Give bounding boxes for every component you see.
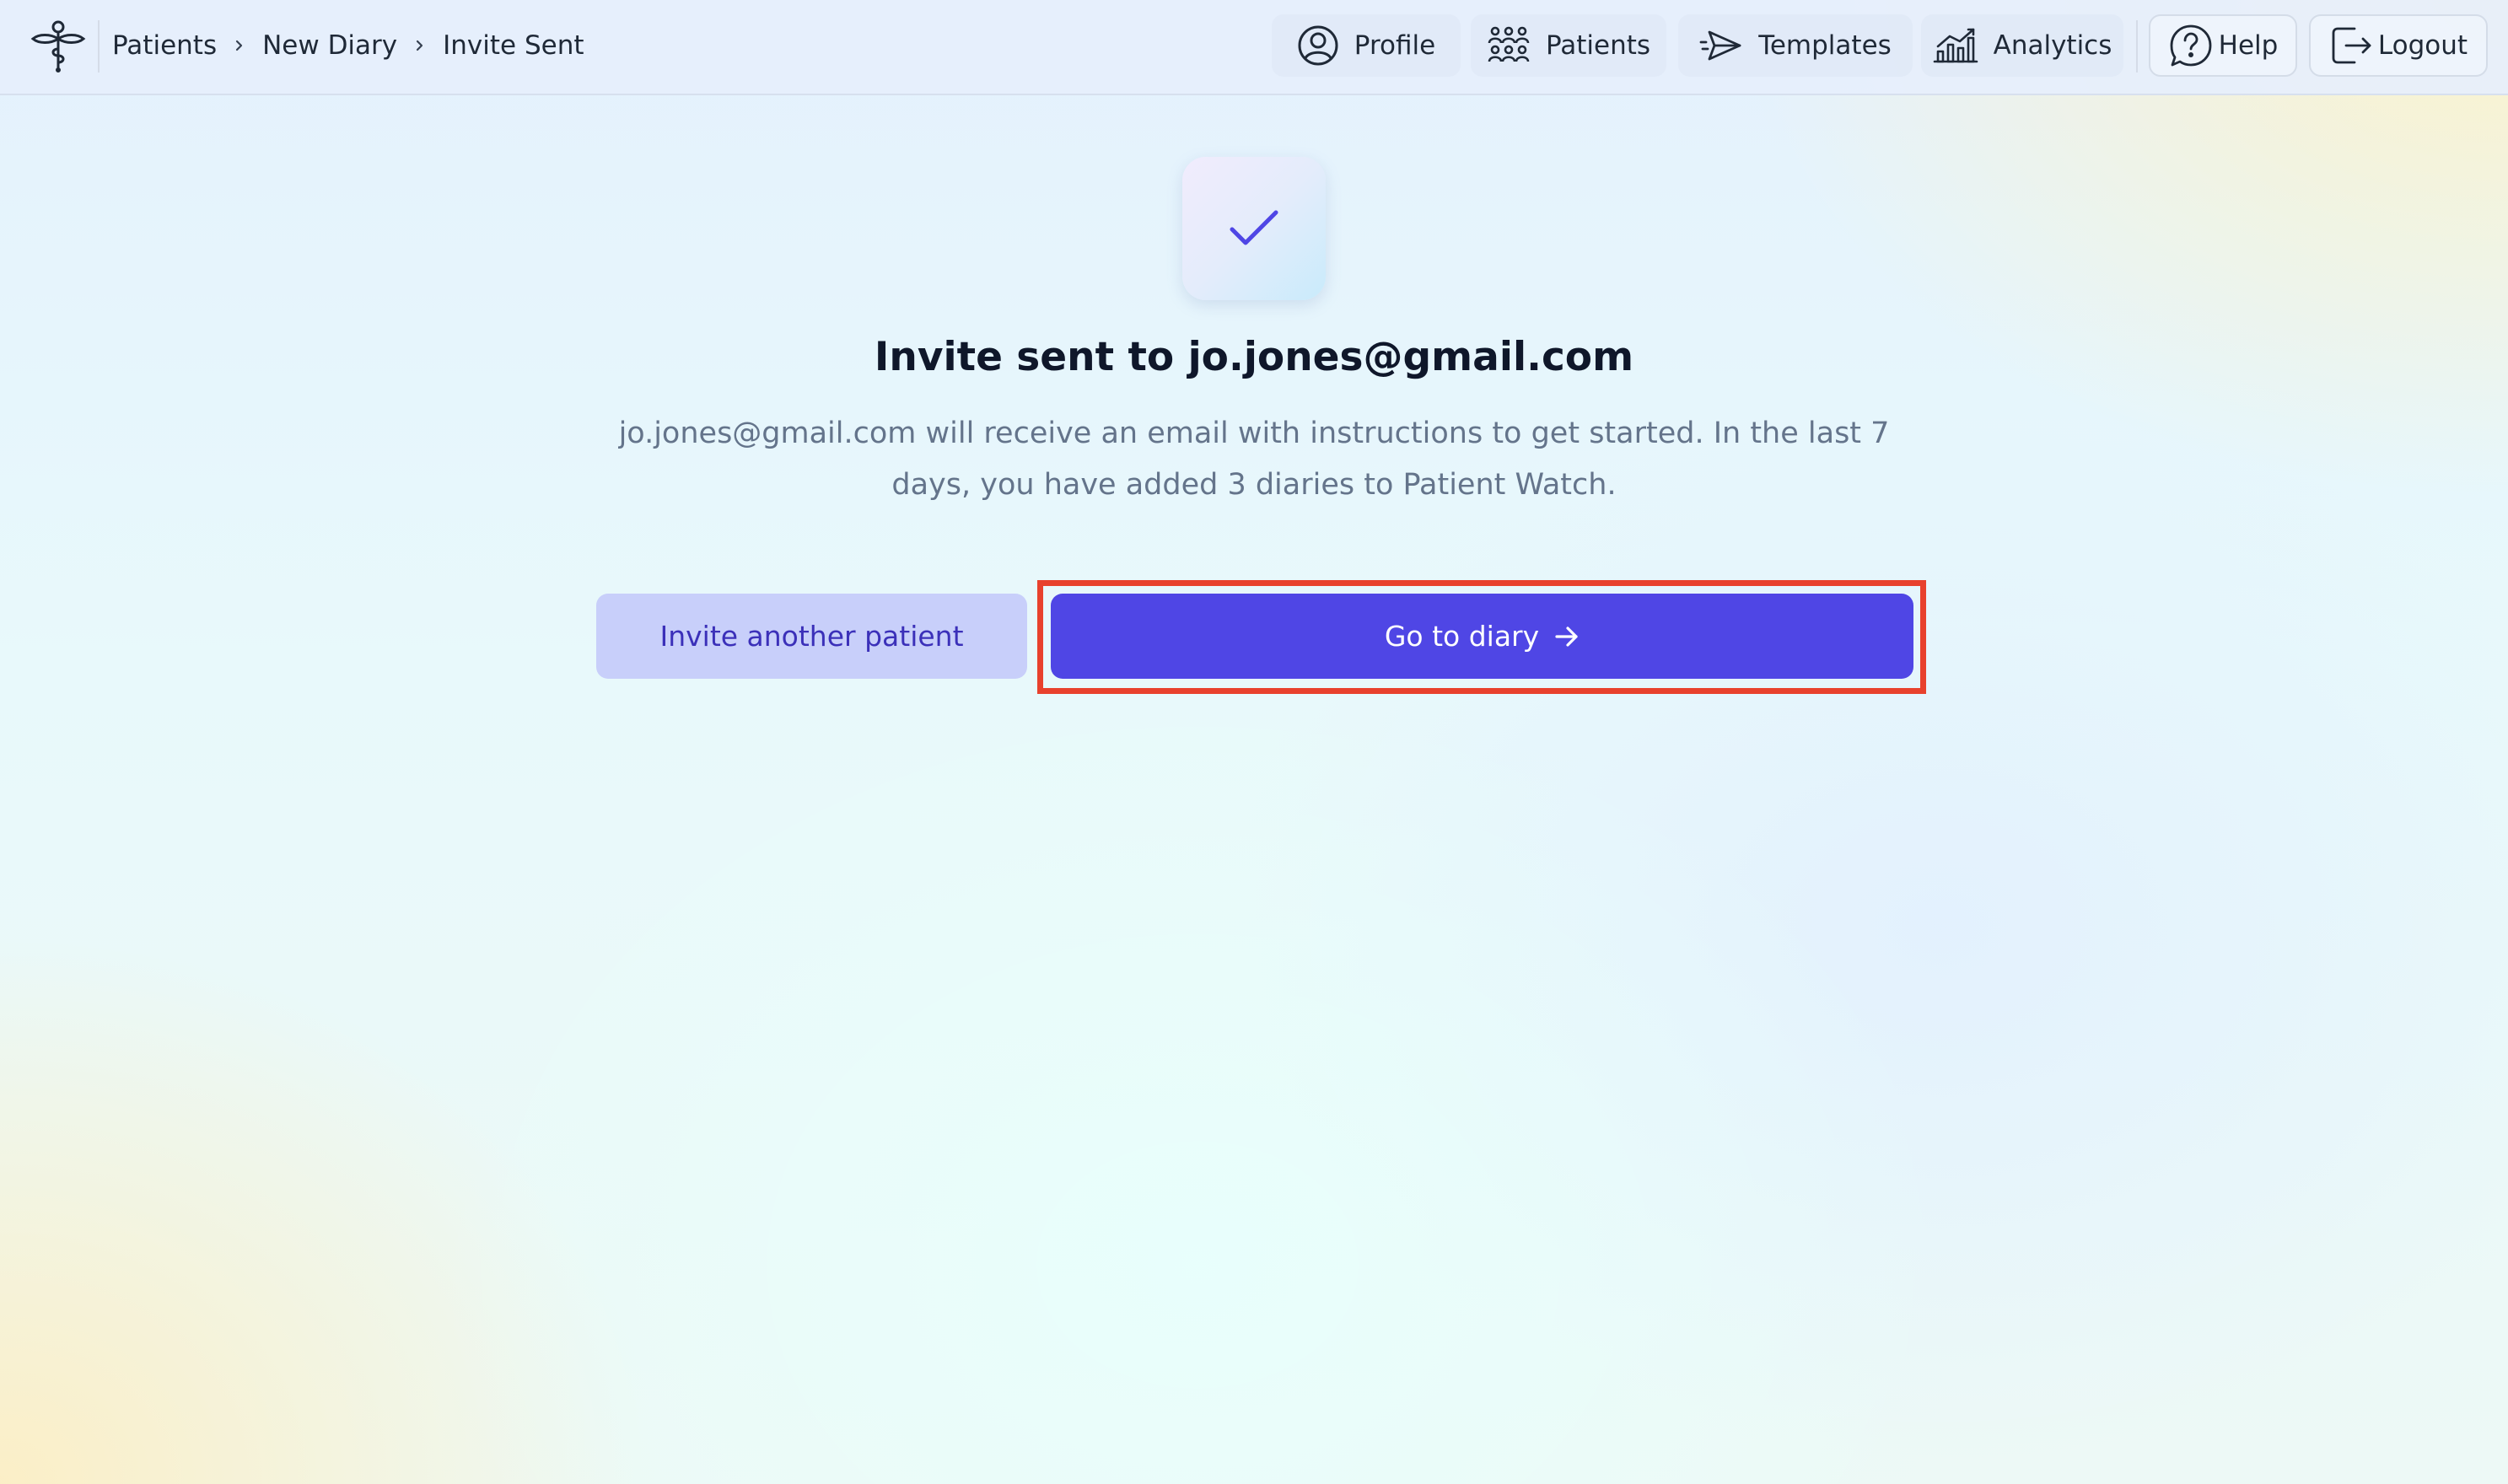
invite-another-patient-button[interactable]: Invite another patient [596,594,1027,679]
user-circle-icon [1298,25,1338,66]
nav-analytics-label: Analytics [1993,30,2112,61]
bar-chart-icon [1933,28,1978,63]
breadcrumb-item-invite-sent: Invite Sent [443,30,584,61]
chevron-right-icon [397,38,443,53]
people-group-icon [1488,26,1530,62]
nav-profile[interactable]: Profile [1272,14,1461,77]
nav-patients-label: Patients [1545,30,1651,61]
invite-another-patient-label: Invite another patient [659,620,964,653]
top-navigation-bar: Patients New Diary Invite Sent Profile P… [0,0,2508,95]
nav-templates-label: Templates [1758,30,1892,61]
page-title: Invite sent to jo.jones@gmail.com [874,334,1634,380]
question-bubble-icon [2170,24,2212,67]
logout-icon [2332,27,2371,64]
nav-templates[interactable]: Templates [1678,14,1913,77]
logout-button[interactable]: Logout [2309,14,2488,77]
paper-plane-icon [1699,30,1741,61]
arrow-right-icon [1555,626,1578,647]
logout-label: Logout [2377,30,2468,61]
invite-description: jo.jones@gmail.com will receive an email… [618,417,1890,502]
chevron-right-icon [217,38,262,53]
nav-analytics[interactable]: Analytics [1921,14,2123,77]
nav-profile-label: Profile [1354,30,1436,61]
help-label: Help [2218,30,2279,61]
check-icon [1230,210,1278,245]
caduceus-logo-icon[interactable] [30,19,86,73]
breadcrumb: Patients New Diary Invite Sent [112,0,584,91]
breadcrumb-item-new-diary[interactable]: New Diary [262,30,397,61]
go-to-diary-button[interactable]: Go to diary [1051,594,1913,679]
logo-divider [98,20,100,73]
go-to-diary-label: Go to diary [1384,620,1540,653]
nav-patients[interactable]: Patients [1471,14,1666,77]
nav-divider [2136,20,2138,73]
help-button[interactable]: Help [2149,14,2297,77]
success-badge [1182,157,1326,300]
breadcrumb-item-patients[interactable]: Patients [112,30,217,61]
